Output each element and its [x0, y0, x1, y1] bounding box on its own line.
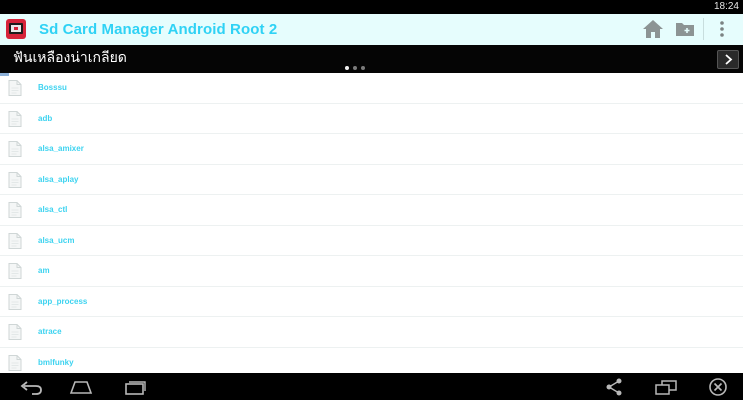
- file-name: atrace: [38, 327, 62, 336]
- recent-apps-icon[interactable]: [120, 376, 148, 398]
- file-icon: [8, 171, 22, 188]
- file-icon: [8, 110, 22, 127]
- screen-resize-icon[interactable]: [652, 376, 680, 398]
- file-icon: [8, 141, 22, 157]
- home-icon[interactable]: [641, 18, 665, 40]
- action-bar: Sd Card Manager Android Root 2: [0, 14, 743, 46]
- home-button-icon[interactable]: [67, 376, 95, 398]
- file-row[interactable]: am: [0, 256, 743, 287]
- ad-pager-dots: [345, 66, 369, 71]
- ad-pager-dot-active: [345, 66, 349, 70]
- file-list[interactable]: Bosssu adb alsa_amixer alsa_aplay alsa_ctlal…: [0, 73, 743, 373]
- file-row[interactable]: atrace: [0, 317, 743, 348]
- close-icon[interactable]: [704, 376, 732, 398]
- file-row[interactable]: alsa_aplay: [0, 165, 743, 195]
- share-icon[interactable]: [600, 376, 628, 398]
- file-name: bmlfunky: [38, 357, 74, 367]
- overflow-menu-icon[interactable]: [710, 18, 734, 40]
- action-bar-divider: [703, 18, 704, 40]
- file-row[interactable]: adb: [0, 104, 743, 134]
- file-name: app_process: [38, 296, 88, 306]
- file-icon: [8, 232, 22, 249]
- file-name: adb: [38, 113, 53, 123]
- file-row[interactable]: Bosssu: [0, 73, 743, 104]
- file-icon: [8, 354, 22, 371]
- file-row[interactable]: alsa_ucm: [0, 226, 743, 256]
- app-icon: [6, 19, 26, 39]
- file-row[interactable]: alsa_ctl: [0, 195, 743, 226]
- file-icon: [8, 293, 22, 310]
- ad-pager-dot: [361, 66, 365, 70]
- file-row[interactable]: alsa_amixer: [0, 134, 743, 165]
- file-name: alsa_ucm: [38, 235, 75, 245]
- file-icon: [8, 324, 22, 340]
- ad-banner[interactable]: ฟันเหลืองน่าเกลียด: [0, 45, 743, 73]
- file-name: alsa_amixer: [38, 144, 84, 153]
- status-bar: 18:24: [0, 0, 743, 14]
- ad-next-arrow-icon[interactable]: [717, 50, 739, 69]
- file-row[interactable]: app_process: [0, 287, 743, 317]
- ad-pager-dot: [353, 66, 357, 70]
- file-icon: [8, 263, 22, 279]
- file-name: am: [38, 266, 50, 275]
- status-time: 18:24: [713, 1, 739, 12]
- file-icon: [8, 80, 22, 96]
- navigation-bar: [0, 373, 743, 400]
- ad-banner-text[interactable]: ฟันเหลืองน่าเกลียด: [13, 45, 127, 71]
- file-row[interactable]: bmlfunky: [0, 348, 743, 374]
- folder-icon[interactable]: [673, 18, 697, 40]
- back-icon[interactable]: [17, 376, 45, 398]
- app-title: Sd Card Manager Android Root 2: [39, 21, 278, 38]
- file-name: alsa_ctl: [38, 205, 68, 214]
- file-name: Bosssu: [38, 83, 67, 92]
- file-name: alsa_aplay: [38, 174, 79, 184]
- file-icon: [8, 202, 22, 218]
